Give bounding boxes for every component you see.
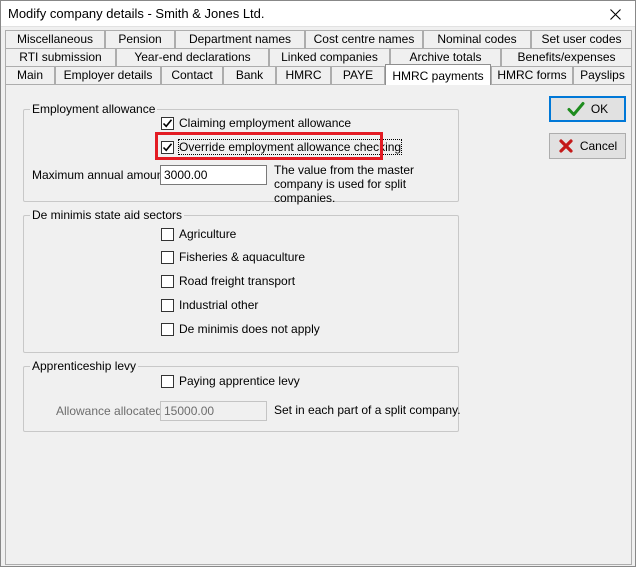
max-annual-amount-label: Maximum annual amount:	[32, 168, 171, 182]
tab-hmrc[interactable]: HMRC	[276, 66, 331, 84]
tab-employer-details[interactable]: Employer details	[55, 66, 161, 84]
de-minimis-not-apply-label: De minimis does not apply	[179, 322, 320, 336]
dialog-window: Modify company details - Smith & Jones L…	[0, 0, 636, 567]
tab-row-2: RTI submission Year-end declarations Lin…	[1, 48, 636, 66]
checkmark-icon	[162, 142, 173, 152]
de-minimis-not-apply-row[interactable]: De minimis does not apply	[161, 322, 320, 336]
tab-linked-companies[interactable]: Linked companies	[269, 48, 390, 66]
road-freight-transport-checkbox[interactable]	[161, 274, 174, 288]
paying-apprentice-levy-row[interactable]: Paying apprentice levy	[161, 374, 300, 388]
allowance-allocated-input[interactable]	[160, 401, 267, 421]
tab-year-end-declarations[interactable]: Year-end declarations	[116, 48, 269, 66]
tab-benefits-expenses[interactable]: Benefits/expenses	[501, 48, 632, 66]
ok-button-label: OK	[590, 102, 609, 116]
allowance-allocated-label: Allowance allocated:	[56, 404, 166, 418]
tab-bank[interactable]: Bank	[223, 66, 276, 84]
cancel-button[interactable]: Cancel	[549, 133, 626, 159]
override-allowance-checking-checkbox[interactable]	[161, 140, 174, 154]
employment-allowance-group-label: Employment allowance	[30, 102, 158, 116]
claiming-employment-allowance-row[interactable]: Claiming employment allowance	[161, 116, 351, 130]
tab-row-1: Miscellaneous Pension Department names C…	[1, 30, 636, 48]
title-bar: Modify company details - Smith & Jones L…	[1, 1, 635, 27]
fisheries-aquaculture-checkbox[interactable]	[161, 250, 174, 264]
allowance-allocated-note: Set in each part of a split company.	[274, 403, 461, 417]
claiming-employment-allowance-checkbox[interactable]	[161, 116, 174, 130]
tab-hmrc-payments[interactable]: HMRC payments	[385, 64, 491, 85]
tab-hmrc-forms[interactable]: HMRC forms	[491, 66, 573, 84]
tab-payslips[interactable]: Payslips	[573, 66, 632, 84]
window-title: Modify company details - Smith & Jones L…	[8, 6, 265, 21]
apprenticeship-levy-group-label: Apprenticeship levy	[30, 359, 139, 373]
fisheries-aquaculture-row[interactable]: Fisheries & aquaculture	[161, 250, 305, 264]
de-minimis-not-apply-checkbox[interactable]	[161, 322, 174, 336]
road-freight-transport-label: Road freight transport	[179, 274, 296, 288]
override-allowance-checking-row[interactable]: Override employment allowance checking	[161, 139, 403, 155]
paying-apprentice-levy-checkbox[interactable]	[161, 374, 174, 388]
close-icon	[609, 8, 621, 20]
tab-cost-centre-names[interactable]: Cost centre names	[305, 30, 423, 48]
tab-pension[interactable]: Pension	[105, 30, 175, 48]
tab-set-user-codes[interactable]: Set user codes	[531, 30, 632, 48]
tab-paye[interactable]: PAYE	[331, 66, 385, 84]
max-annual-amount-note: The value from the master company is use…	[274, 163, 415, 205]
tab-miscellaneous[interactable]: Miscellaneous	[5, 30, 105, 48]
tab-nominal-codes[interactable]: Nominal codes	[423, 30, 531, 48]
paying-apprentice-levy-label: Paying apprentice levy	[179, 374, 300, 388]
max-annual-amount-input[interactable]	[160, 165, 267, 185]
red-x-icon	[559, 139, 573, 153]
agriculture-row[interactable]: Agriculture	[161, 227, 236, 241]
claiming-employment-allowance-label: Claiming employment allowance	[179, 116, 352, 130]
tab-main[interactable]: Main	[5, 66, 55, 84]
close-button[interactable]	[595, 1, 635, 27]
agriculture-checkbox[interactable]	[161, 227, 174, 241]
industrial-other-row[interactable]: Industrial other	[161, 298, 258, 312]
industrial-other-label: Industrial other	[179, 298, 259, 312]
checkmark-icon	[162, 118, 173, 128]
de-minimis-group-label: De minimis state aid sectors	[30, 208, 185, 222]
cancel-button-label: Cancel	[579, 139, 618, 153]
road-freight-transport-row[interactable]: Road freight transport	[161, 274, 295, 288]
tab-contact[interactable]: Contact	[161, 66, 223, 84]
tab-rti-submission[interactable]: RTI submission	[5, 48, 116, 66]
agriculture-label: Agriculture	[179, 227, 237, 241]
override-allowance-checking-label: Override employment allowance checking	[177, 139, 403, 155]
tab-department-names[interactable]: Department names	[175, 30, 305, 48]
green-check-icon	[567, 102, 585, 116]
tab-row-3: Main Employer details Contact Bank HMRC …	[1, 64, 636, 85]
fisheries-aquaculture-label: Fisheries & aquaculture	[179, 250, 306, 264]
industrial-other-checkbox[interactable]	[161, 298, 174, 312]
ok-button[interactable]: OK	[549, 96, 626, 122]
